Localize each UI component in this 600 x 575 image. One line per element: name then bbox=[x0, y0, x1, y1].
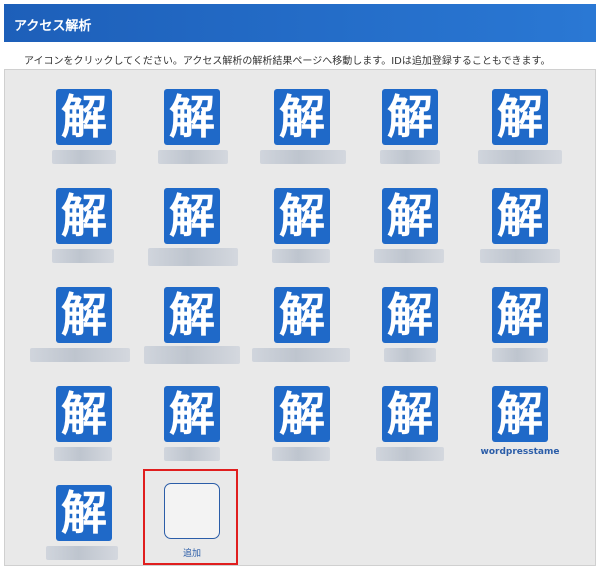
site-item-15[interactable]: 解 bbox=[468, 287, 572, 377]
blurred-label bbox=[148, 248, 238, 266]
kai-analysis-icon[interactable]: 解 bbox=[56, 287, 112, 343]
blurred-label bbox=[260, 150, 346, 164]
kai-analysis-icon[interactable]: 解 bbox=[56, 386, 112, 442]
site-item-3[interactable]: 解 bbox=[250, 89, 354, 179]
blurred-label bbox=[376, 447, 444, 461]
blurred-label bbox=[380, 150, 440, 164]
site-item-13[interactable]: 解 bbox=[250, 287, 354, 377]
blurred-label bbox=[46, 546, 118, 560]
blurred-label bbox=[384, 348, 436, 362]
blurred-label bbox=[492, 348, 548, 362]
site-item-9[interactable]: 解 bbox=[358, 188, 462, 278]
site-item-11[interactable]: 解 bbox=[30, 287, 136, 377]
site-item-14[interactable]: 解 bbox=[358, 287, 462, 377]
kai-analysis-icon[interactable]: 解 bbox=[274, 386, 330, 442]
blurred-label bbox=[164, 447, 220, 461]
site-item-1[interactable]: 解 bbox=[32, 89, 136, 179]
site-item-10[interactable]: 解 bbox=[468, 188, 572, 278]
blurred-label bbox=[252, 348, 350, 362]
site-item-6[interactable]: 解 bbox=[32, 188, 136, 278]
add-id-button[interactable] bbox=[164, 483, 220, 539]
blurred-label bbox=[144, 346, 240, 364]
kai-analysis-icon[interactable]: 解 bbox=[382, 386, 438, 442]
kai-analysis-icon[interactable]: 解 bbox=[56, 89, 112, 145]
blurred-label bbox=[272, 447, 330, 461]
instructions-text: アイコンをクリックしてください。アクセス解析の解析結果ページへ移動します。IDは… bbox=[24, 56, 551, 67]
blurred-label bbox=[52, 150, 116, 164]
site-item-12[interactable]: 解 bbox=[140, 287, 244, 377]
kai-analysis-icon[interactable]: 解 bbox=[492, 287, 548, 343]
kai-analysis-icon[interactable]: 解 bbox=[274, 89, 330, 145]
blurred-label bbox=[374, 249, 444, 263]
page-title: アクセス解析 bbox=[14, 19, 92, 34]
kai-analysis-icon[interactable]: 解 bbox=[382, 89, 438, 145]
kai-analysis-icon[interactable]: 解 bbox=[274, 188, 330, 244]
site-item-7[interactable]: 解 bbox=[140, 188, 244, 278]
kai-analysis-icon[interactable]: 解 bbox=[274, 287, 330, 343]
blurred-label bbox=[30, 348, 130, 362]
kai-analysis-icon[interactable]: 解 bbox=[492, 89, 548, 145]
site-item-8[interactable]: 解 bbox=[250, 188, 354, 278]
blurred-label bbox=[54, 447, 112, 461]
site-name-label[interactable]: wordpresstame bbox=[468, 447, 572, 457]
kai-analysis-icon[interactable]: 解 bbox=[492, 188, 548, 244]
site-item-21[interactable]: 解 bbox=[32, 485, 136, 575]
site-item-2[interactable]: 解 bbox=[140, 89, 244, 179]
site-item-4[interactable]: 解 bbox=[358, 89, 462, 179]
kai-analysis-icon[interactable]: 解 bbox=[382, 188, 438, 244]
site-item-5[interactable]: 解 bbox=[468, 89, 572, 179]
kai-analysis-icon[interactable]: 解 bbox=[164, 188, 220, 244]
kai-analysis-icon[interactable]: 解 bbox=[56, 188, 112, 244]
kai-analysis-icon[interactable]: 解 bbox=[164, 386, 220, 442]
blurred-label bbox=[52, 249, 114, 263]
kai-analysis-icon[interactable]: 解 bbox=[382, 287, 438, 343]
blurred-label bbox=[480, 249, 560, 263]
kai-analysis-icon[interactable]: 解 bbox=[56, 485, 112, 541]
page-header: アクセス解析 bbox=[4, 4, 596, 42]
site-item-18[interactable]: 解 bbox=[250, 386, 354, 476]
blurred-label bbox=[158, 150, 228, 164]
blurred-label bbox=[272, 249, 330, 263]
blurred-label bbox=[478, 150, 562, 164]
site-item-16[interactable]: 解 bbox=[32, 386, 136, 476]
site-item-19[interactable]: 解 bbox=[358, 386, 462, 476]
site-item-17[interactable]: 解 bbox=[140, 386, 244, 476]
kai-analysis-icon[interactable]: 解 bbox=[164, 287, 220, 343]
add-id-label[interactable]: 追加 bbox=[164, 546, 220, 559]
site-item-20[interactable]: 解 wordpresstame bbox=[468, 386, 572, 476]
kai-analysis-icon[interactable]: 解 bbox=[492, 386, 548, 442]
kai-analysis-icon[interactable]: 解 bbox=[164, 89, 220, 145]
